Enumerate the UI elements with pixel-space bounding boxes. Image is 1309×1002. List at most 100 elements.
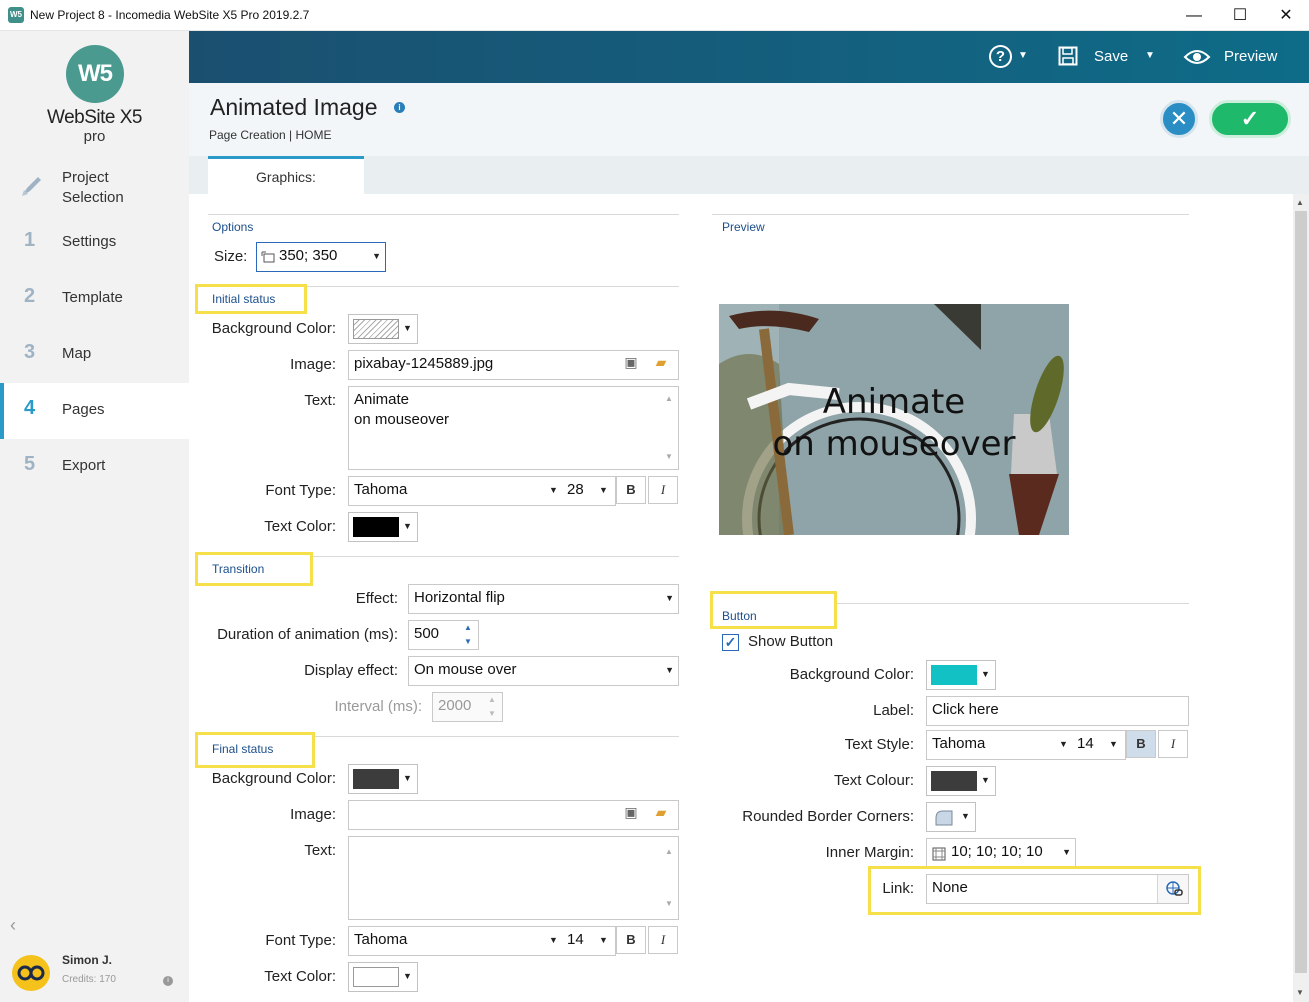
transition-heading: Transition xyxy=(212,562,265,576)
decrement-icon[interactable]: ▼ xyxy=(461,629,475,649)
step-number: 4 xyxy=(24,397,36,419)
sidebar-item-label: Pages xyxy=(62,401,105,418)
sidebar-item-pages[interactable]: 4 Pages xyxy=(0,383,189,439)
rounded-corners-select[interactable]: ▼ xyxy=(926,802,976,832)
interval-value: 2000 xyxy=(438,697,472,714)
size-value: 350; 350 xyxy=(279,247,338,264)
chevron-down-icon: ▼ xyxy=(549,935,558,945)
button-label-input[interactable]: Click here xyxy=(926,696,1189,726)
initial-status-heading: Initial status xyxy=(212,292,276,306)
logo-icon: W5 xyxy=(66,45,124,103)
initial-bg-color-label: Background Color: xyxy=(211,320,336,337)
font-size-value[interactable]: 14 xyxy=(567,927,584,953)
link-input[interactable]: None xyxy=(926,874,1189,904)
duration-spinner[interactable]: 500 ▲ ▼ xyxy=(408,620,479,650)
button-bg-color-picker[interactable]: ▼ xyxy=(926,660,996,690)
image-library-icon[interactable]: ▣ xyxy=(620,804,642,826)
italic-toggle[interactable]: I xyxy=(648,476,678,504)
initial-bg-color-picker[interactable]: ▼ xyxy=(348,314,418,344)
divider xyxy=(208,214,679,215)
font-size-value[interactable]: 28 xyxy=(567,477,584,503)
color-swatch xyxy=(353,517,399,537)
initial-font-select[interactable]: Tahoma ▼ 28 ▼ xyxy=(348,476,616,506)
sidebar-item-settings[interactable]: 1 Settings xyxy=(0,215,189,271)
color-swatch xyxy=(931,771,977,791)
tab-graphics[interactable]: Graphics: xyxy=(208,156,364,194)
sidebar-item-map[interactable]: 3 Map xyxy=(0,327,189,383)
chevron-down-icon: ▼ xyxy=(403,521,412,531)
close-window-button[interactable]: ✕ xyxy=(1263,0,1309,31)
sidebar-item-template[interactable]: 2 Template xyxy=(0,271,189,327)
color-swatch xyxy=(353,769,399,789)
preview-text-line1: Animate xyxy=(822,382,966,422)
eye-icon[interactable] xyxy=(1183,47,1211,67)
effect-value: Horizontal flip xyxy=(414,589,505,606)
save-icon[interactable] xyxy=(1058,46,1078,66)
show-button-checkbox[interactable]: ✓ xyxy=(722,634,739,651)
chevron-down-icon[interactable]: ▼ xyxy=(1018,50,1028,61)
save-options-chevron-icon[interactable]: ▼ xyxy=(1145,50,1155,61)
sidebar-item-label: Export xyxy=(62,457,106,474)
display-effect-select[interactable]: On mouse over ▼ xyxy=(408,656,679,686)
bold-toggle[interactable]: B xyxy=(616,926,646,954)
sidebar-item-label: Template xyxy=(62,289,123,306)
size-select[interactable]: 350; 350 ▼ xyxy=(256,242,386,272)
info-icon[interactable]: i xyxy=(394,102,405,113)
sidebar-item-export[interactable]: 5 Export xyxy=(0,439,189,495)
chevron-down-icon: ▼ xyxy=(403,971,412,981)
text-style-select[interactable]: Tahoma ▼ 14 ▼ xyxy=(926,730,1126,760)
initial-text-color-picker[interactable]: ▼ xyxy=(348,512,418,542)
scroll-up-icon[interactable]: ▲ xyxy=(1296,198,1304,207)
preview-button[interactable]: Preview xyxy=(1224,48,1277,65)
ok-button[interactable]: ✓ xyxy=(1209,100,1291,138)
final-text-color-picker[interactable]: ▼ xyxy=(348,962,418,992)
text-colour-picker[interactable]: ▼ xyxy=(926,766,996,796)
collapse-sidebar-icon[interactable]: ‹ xyxy=(10,915,16,936)
margin-value: 10; 10; 10; 10 xyxy=(951,843,1043,860)
text-line: Animate xyxy=(354,391,410,408)
inner-margin-select[interactable]: 10; 10; 10; 10 ▼ xyxy=(926,838,1076,868)
folder-open-icon[interactable]: ▰ xyxy=(650,804,672,826)
final-font-select[interactable]: Tahoma ▼ 14 ▼ xyxy=(348,926,616,956)
italic-toggle[interactable]: I xyxy=(1158,730,1188,758)
preview-image: Animate on mouseover xyxy=(719,304,1069,535)
logo-edition: pro xyxy=(83,128,106,145)
rocket-icon xyxy=(22,177,41,196)
chevron-down-icon: ▼ xyxy=(1059,739,1068,749)
chevron-down-icon: ▼ xyxy=(599,935,608,945)
interval-spinner: 2000 ▲ ▼ xyxy=(432,692,503,722)
avatar xyxy=(12,955,50,991)
final-bg-color-picker[interactable]: ▼ xyxy=(348,764,418,794)
scroll-up-icon[interactable]: ▲ xyxy=(662,389,676,409)
duration-value: 500 xyxy=(414,625,440,642)
scrollbar-thumb[interactable] xyxy=(1295,211,1307,973)
info-icon[interactable]: i xyxy=(163,976,173,986)
duration-label: Duration of animation (ms): xyxy=(217,626,398,643)
cancel-button[interactable]: ✕ xyxy=(1160,100,1198,138)
italic-toggle[interactable]: I xyxy=(648,926,678,954)
chevron-down-icon: ▼ xyxy=(981,775,990,785)
initial-text-area[interactable]: Animate on mouseover ▲ ▼ xyxy=(348,386,679,470)
scroll-down-icon[interactable]: ▼ xyxy=(662,891,676,917)
scroll-down-icon[interactable]: ▼ xyxy=(1296,988,1304,997)
minimize-button[interactable]: — xyxy=(1171,0,1217,31)
final-text-area[interactable]: ▲ ▼ xyxy=(348,836,679,920)
user-name: Simon J. xyxy=(62,953,113,967)
effect-select[interactable]: Horizontal flip ▼ xyxy=(408,584,679,614)
bold-toggle[interactable]: B xyxy=(1126,730,1156,758)
show-button-label[interactable]: Show Button xyxy=(748,633,833,650)
decrement-icon: ▼ xyxy=(488,709,496,718)
image-library-icon[interactable]: ▣ xyxy=(620,354,642,376)
help-icon[interactable]: ? xyxy=(989,45,1012,68)
save-button[interactable]: Save xyxy=(1094,48,1128,65)
bold-toggle[interactable]: B xyxy=(616,476,646,504)
scroll-down-icon[interactable]: ▼ xyxy=(662,447,676,467)
font-size-value[interactable]: 14 xyxy=(1077,731,1094,757)
maximize-button[interactable]: ☐ xyxy=(1217,0,1263,31)
color-swatch xyxy=(353,967,399,987)
sidebar-item-project-selection[interactable]: Project Selection xyxy=(0,158,189,218)
scroll-up-icon[interactable]: ▲ xyxy=(662,839,676,865)
link-edit-button[interactable] xyxy=(1157,875,1188,903)
transparent-swatch xyxy=(353,319,399,339)
folder-open-icon[interactable]: ▰ xyxy=(650,354,672,376)
